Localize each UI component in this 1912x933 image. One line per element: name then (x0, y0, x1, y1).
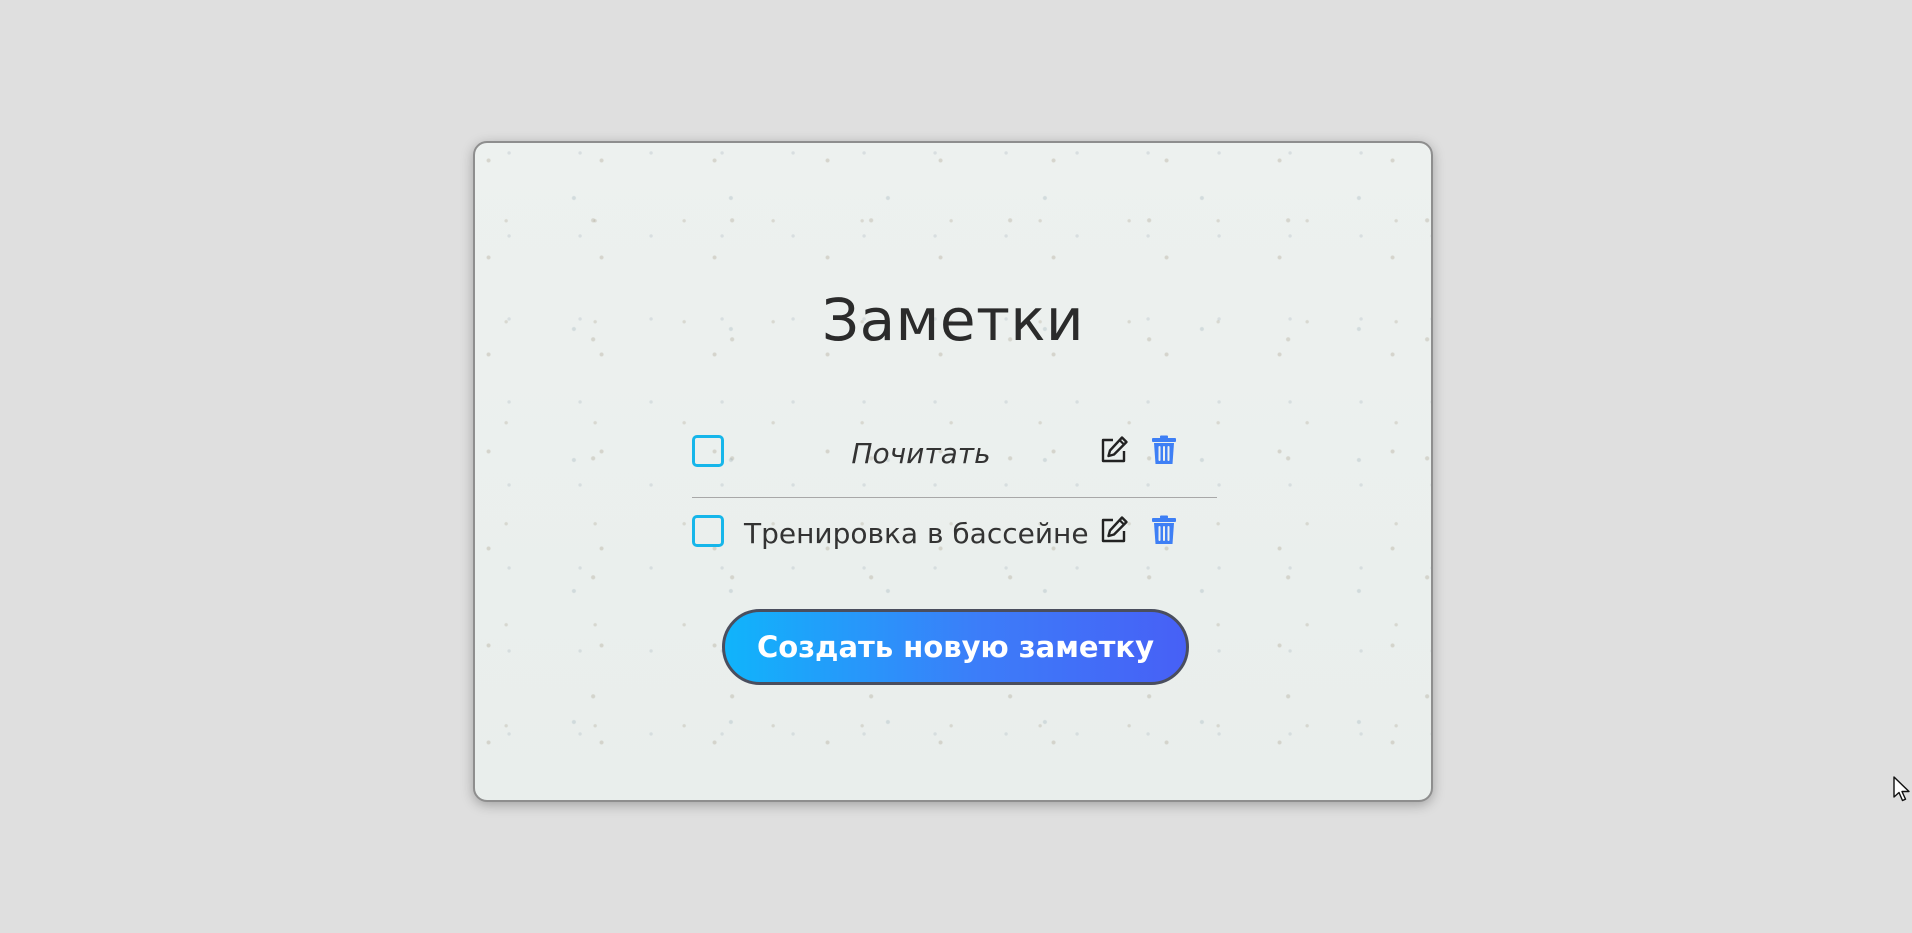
edit-button[interactable] (1097, 513, 1131, 547)
note-item: Почитать (692, 427, 1217, 498)
note-item: Тренировка в бассейне (692, 507, 1217, 577)
trash-icon (1152, 515, 1176, 544)
edit-button[interactable] (1097, 433, 1131, 467)
trash-icon (1152, 435, 1176, 464)
delete-button[interactable] (1147, 433, 1181, 467)
note-checkbox[interactable] (692, 435, 724, 467)
notes-card: Заметки Почитать Тренировка в бассейне С… (473, 141, 1433, 802)
create-note-button[interactable]: Создать новую заметку (722, 609, 1189, 685)
note-text: Почитать (851, 437, 991, 470)
note-checkbox[interactable] (692, 515, 724, 547)
edit-icon (1101, 516, 1128, 543)
page-title: Заметки (821, 286, 1085, 354)
edit-icon (1101, 436, 1128, 463)
delete-button[interactable] (1147, 513, 1181, 547)
note-text: Тренировка в бассейне (744, 517, 1089, 550)
mouse-cursor-icon (1893, 776, 1910, 802)
